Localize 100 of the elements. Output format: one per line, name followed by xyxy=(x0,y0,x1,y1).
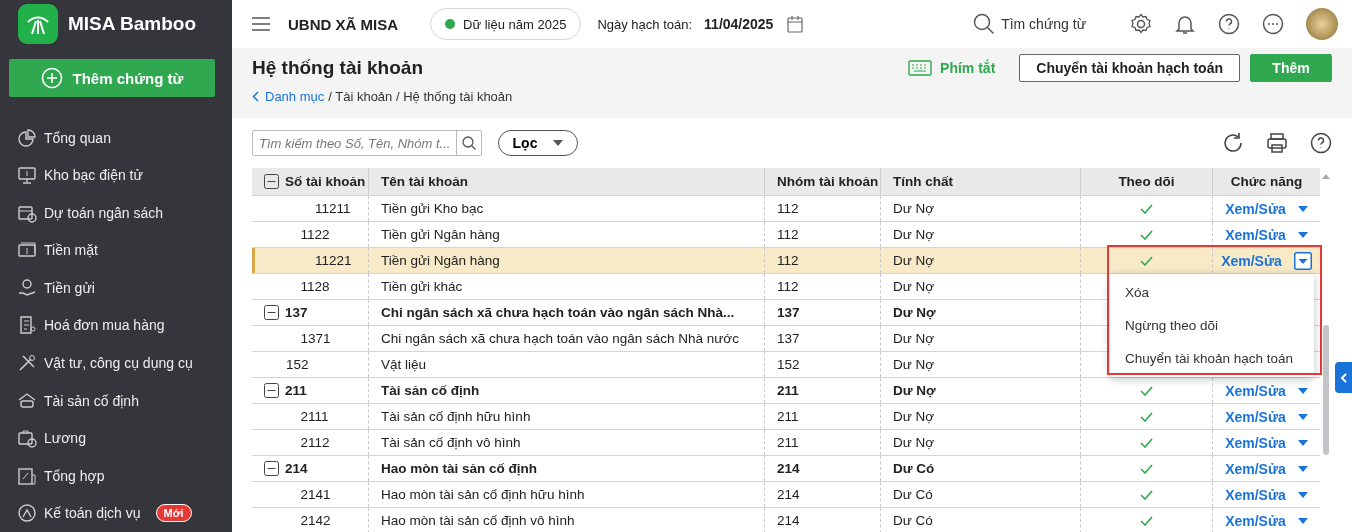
sidebar-item[interactable]: Tổng quan xyxy=(0,119,232,157)
balance-type: Dư Có xyxy=(893,487,933,502)
column-label: Số tài khoản xyxy=(285,174,366,189)
status-dot xyxy=(445,19,455,29)
account-number: 137 xyxy=(285,305,308,320)
printer-icon[interactable] xyxy=(1266,132,1288,154)
view-edit-link[interactable]: Xem/Sửa xyxy=(1221,252,1282,269)
account-name: Hao mòn tài sản cố định hữu hình xyxy=(381,487,585,502)
bamboo-logo[interactable] xyxy=(18,3,58,44)
data-year-label: Dữ liệu năm 2025 xyxy=(463,16,567,32)
view-edit-link[interactable]: Xem/Sửa xyxy=(1225,460,1286,477)
collapse-box-icon[interactable] xyxy=(264,461,279,476)
balance-type: Dư Có xyxy=(893,461,935,476)
account-name: Vật liệu xyxy=(381,357,427,372)
app-name: MISA Bamboo xyxy=(68,12,197,35)
search-icon xyxy=(462,136,476,150)
view-edit-link[interactable]: Xem/Sửa xyxy=(1225,512,1286,529)
search-field[interactable]: Tìm kiếm theo Số, Tên, Nhóm t... xyxy=(252,130,482,156)
caret-down-icon[interactable] xyxy=(1297,517,1308,524)
balance-type: Dư Nợ xyxy=(893,383,936,398)
unit-name: UBND XÃ MISA xyxy=(288,15,398,33)
voucher-search[interactable]: Tìm chứng từ xyxy=(973,13,1086,35)
wallet-coin-icon xyxy=(17,428,37,449)
account-number: 2111 xyxy=(300,409,329,424)
view-edit-link[interactable]: Xem/Sửa xyxy=(1225,382,1286,399)
account-group: 112 xyxy=(777,279,799,294)
account-number: 152 xyxy=(286,357,309,372)
sidebar-label: Dự toán ngân sách xyxy=(44,204,164,221)
menu-item[interactable]: Ngừng theo dõi xyxy=(1110,309,1314,342)
sidebar-item[interactable]: Tiền mặt xyxy=(0,231,232,270)
bell-icon[interactable] xyxy=(1174,13,1196,35)
sidebar-item[interactable]: Hoá đơn mua hàng xyxy=(0,306,232,345)
account-number: 11211 xyxy=(315,201,351,216)
column-header[interactable]: Tên tài khoản xyxy=(368,168,764,195)
balance-type: Dư Nợ xyxy=(893,409,935,424)
filter-dropdown[interactable]: Lọc xyxy=(498,130,578,156)
invoice-icon xyxy=(17,315,37,336)
selected-row[interactable]: 11221 Tiền gửi Ngân hàng 112 Dư Nợ Xem/Sửa xyxy=(252,248,1320,274)
caret-down-icon[interactable] xyxy=(1297,491,1308,498)
caret-down-icon[interactable] xyxy=(1297,465,1308,472)
view-edit-link[interactable]: Xem/Sửa xyxy=(1225,408,1286,425)
caret-down-icon[interactable] xyxy=(1297,413,1308,420)
view-edit-link[interactable]: Xem/Sửa xyxy=(1225,486,1286,503)
balance-type: Dư Nợ xyxy=(893,201,935,216)
view-edit-link[interactable]: Xem/Sửa xyxy=(1225,200,1286,217)
collapse-box-icon[interactable] xyxy=(264,383,279,398)
menu-item[interactable]: Chuyển tài khoản hạch toán xyxy=(1110,342,1314,375)
more-icon[interactable] xyxy=(1262,13,1284,35)
caret-down-button[interactable] xyxy=(1293,251,1312,270)
view-edit-link[interactable]: Xem/Sửa xyxy=(1225,434,1286,451)
menu-icon[interactable] xyxy=(252,17,270,31)
sidebar-item[interactable]: Tiền gửi xyxy=(0,269,232,307)
sidebar-label: Tổng quan xyxy=(44,129,111,146)
account-number: 1371 xyxy=(300,331,331,346)
sidebar-item[interactable]: Dự toán ngân sách xyxy=(0,194,232,232)
sidebar-item[interactable]: Vật tư, công cụ dụng cụ xyxy=(0,344,232,382)
sidebar-item[interactable]: Lương xyxy=(0,419,232,457)
caret-down-icon[interactable] xyxy=(1297,439,1308,446)
balance-type: Dư Nợ xyxy=(893,253,935,268)
account-group: 214 xyxy=(777,513,800,528)
account-name: Chi ngân sách xã chưa hạch toán vào ngân sách Nhà... xyxy=(381,305,735,320)
column-header[interactable]: Tính chất xyxy=(880,168,1080,195)
new-badge: Mới xyxy=(155,504,192,523)
breadcrumb-link[interactable]: Danh mục xyxy=(252,89,325,104)
help-icon[interactable] xyxy=(1218,13,1240,35)
sidebar-label: Kế toán dịch vụ xyxy=(44,505,141,522)
caret-down-icon[interactable] xyxy=(1297,231,1308,238)
refresh-icon[interactable] xyxy=(1222,132,1244,154)
collapse-box-icon[interactable] xyxy=(264,305,279,320)
account-name: Tài sản cố định hữu hình xyxy=(381,409,531,424)
column-header[interactable]: Chức năng xyxy=(1212,168,1320,195)
settings-icon[interactable] xyxy=(1130,13,1152,35)
caret-down-icon[interactable] xyxy=(1297,387,1308,394)
account-number: 2142 xyxy=(300,513,331,528)
user-avatar[interactable] xyxy=(1306,8,1338,40)
account-number: 2112 xyxy=(300,435,330,450)
caret-down-icon[interactable] xyxy=(1297,205,1308,212)
sidebar-item[interactable]: Tài sản cố định xyxy=(0,381,232,420)
help-icon[interactable] xyxy=(1310,132,1332,154)
account-group: 214 xyxy=(777,461,800,476)
view-edit-link[interactable]: Xem/Sửa xyxy=(1225,226,1286,243)
sidebar-label: Tiền mặt xyxy=(44,242,98,259)
sidebar-item[interactable]: Kho bạc điện tử xyxy=(0,156,232,195)
search-icon xyxy=(973,13,996,35)
sidebar-item[interactable]: Tổng hợp xyxy=(0,456,232,495)
scrollbar-thumb[interactable] xyxy=(1323,325,1329,455)
panel-toggle[interactable] xyxy=(1335,362,1352,393)
collapse-box-icon[interactable] xyxy=(264,174,279,189)
account-group: 137 xyxy=(777,331,800,346)
calendar-icon[interactable] xyxy=(787,15,804,33)
account-name: Chi ngân sách xã chưa hạch toán vào ngân sách Nhà nước xyxy=(381,331,739,346)
menu-item[interactable]: Xóa xyxy=(1110,276,1314,309)
sidebar-item[interactable]: Kế toán dịch vụ Mới xyxy=(0,494,232,532)
account-number: 211 xyxy=(285,383,307,398)
transfer-account-button[interactable]: Chuyển tài khoản hạch toán xyxy=(1019,54,1240,82)
column-header[interactable]: Nhóm tài khoản xyxy=(764,168,880,195)
date-label: Ngày hạch toán: xyxy=(597,16,693,32)
account-name: Hao mòn tài sản cố định xyxy=(381,461,537,476)
account-name: Tiền gửi Ngân hàng xyxy=(381,253,500,268)
column-header[interactable]: Theo dõi xyxy=(1080,168,1212,195)
